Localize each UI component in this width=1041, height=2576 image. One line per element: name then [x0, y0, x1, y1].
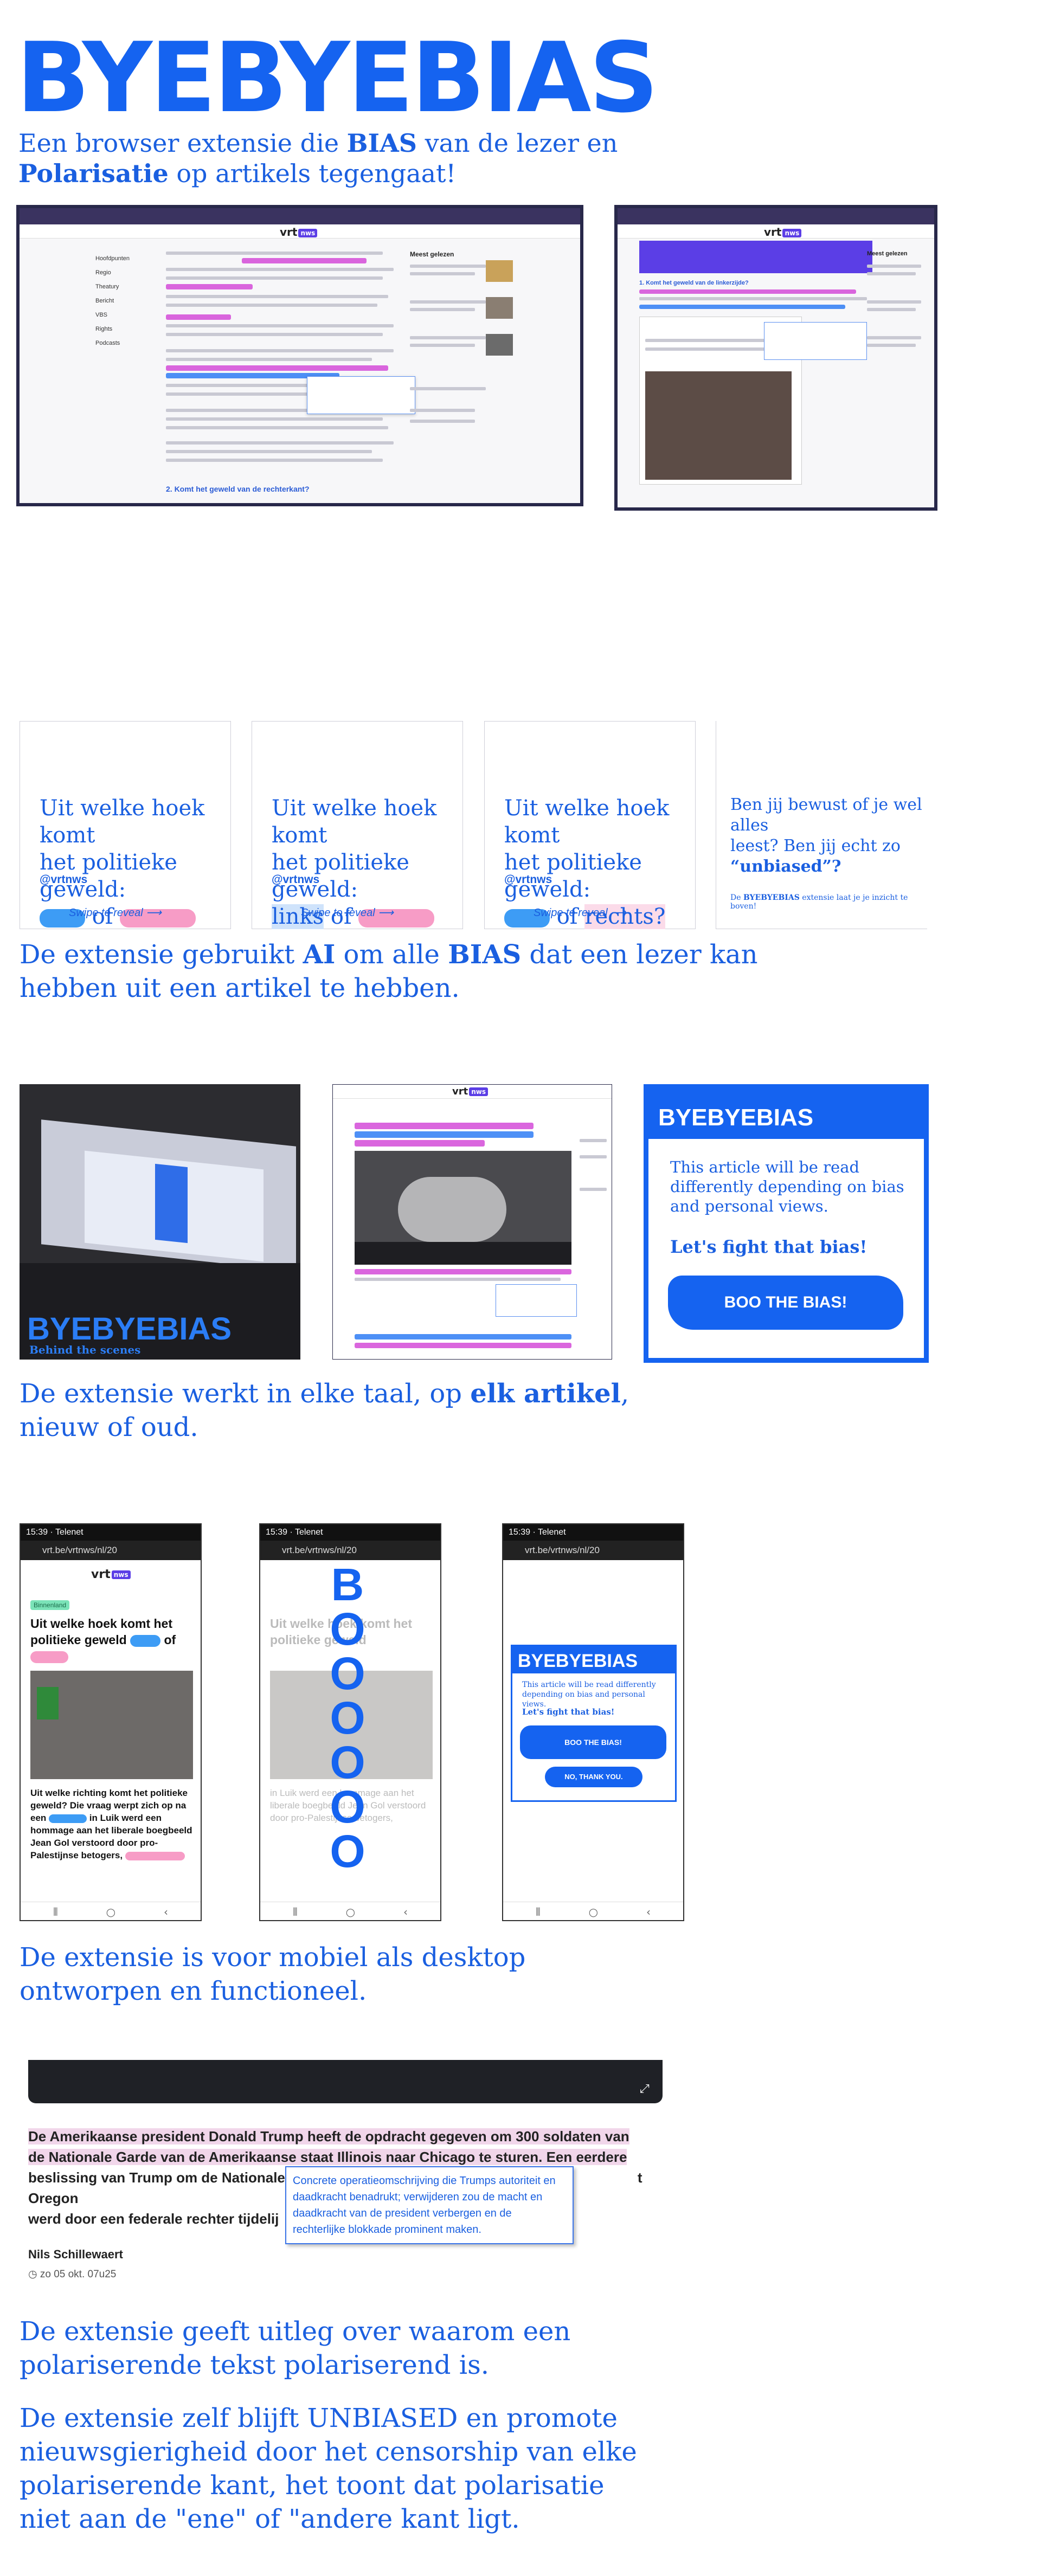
desktop-screenshot-riot: vrt nws — [332, 1084, 612, 1360]
url-bar[interactable]: vrt.be/vrtnws/nl/20 — [21, 1541, 201, 1560]
expand-icon[interactable]: ⤢ — [640, 2082, 650, 2096]
url-bar[interactable]: vrt.be/vrtnws/nl/20 — [260, 1541, 440, 1560]
url-bar[interactable]: vrt.be/vrtnws/nl/20 — [503, 1541, 683, 1560]
no-thank-you-button[interactable]: NO, THANK YOU. — [545, 1767, 642, 1787]
boo-animation: BOOOOOO — [330, 1559, 365, 1877]
most-read-heading: Meest gelezen — [410, 250, 454, 258]
handle-text: @vrtnws — [504, 873, 552, 886]
phone-headline: Uit welke hoek komt het politieke geweld… — [30, 1615, 193, 1664]
phone-screenshot-3: 15:39 · Telenet vrt.be/vrtnws/nl/20 BYEB… — [502, 1523, 684, 1921]
swipe-hint: Swipe to reveal ⟶ — [534, 907, 626, 919]
article-question: 2. Komt het geweld van de rechterkant? — [166, 485, 310, 493]
vrt-logo: vrt nws — [280, 226, 318, 239]
phone-popup-cta: Let's fight that bias! — [522, 1707, 615, 1717]
phone-popup-title: BYEBYEBIAS — [518, 1651, 638, 1671]
sidebar-nav[interactable]: Hoofdpunten Regio Theatury Bericht VBS R… — [95, 252, 130, 350]
category-badge: Binnenland — [30, 1600, 70, 1610]
desktop-screenshot-linkerzijde: vrt nws 1. Komt het geweld van de linkerz… — [614, 205, 937, 511]
most-read-heading-2: Meest gelezen — [867, 250, 908, 257]
swipe-card-4[interactable]: Ben jij bewust of je wel alles leest? Ben… — [716, 721, 927, 929]
desktop-screenshot-article: vrt nws Hoofdpunten Regio Theatury Berich… — [16, 205, 583, 506]
phone-popup-body: This article will be read differently de… — [522, 1680, 656, 1709]
author-name[interactable]: Nils Schillewaert — [28, 2247, 123, 2262]
android-nav-bar[interactable]: ⦀ ○ ‹ — [260, 1902, 440, 1920]
caption-ai: De extensie gebruikt AI om alle BIAS dat… — [20, 939, 758, 1003]
android-nav-bar[interactable]: ⦀ ○ ‹ — [503, 1902, 683, 1920]
extension-popup: BYEBYEBIAS This article will be read dif… — [644, 1084, 929, 1363]
handle-text: @vrtnws — [272, 873, 320, 886]
card4-question: Ben jij bewust of je wel alles leest? Ben… — [730, 795, 922, 876]
popup-title: BYEBYEBIAS — [658, 1104, 814, 1131]
intro-text: Een browser extensie die BIAS van de lez… — [18, 128, 618, 188]
popup-body: This article will be read differently de… — [670, 1158, 904, 1215]
phone-body: Uit welke richting komt het politieke ge… — [30, 1788, 192, 1860]
caption-mobile: De extensie is voor mobiel als desktop on… — [20, 1942, 526, 2006]
boo-the-bias-button[interactable]: BOO THE BIAS! — [668, 1276, 903, 1330]
swipe-card-2[interactable]: Uit welke hoek komt het politieke geweld:… — [252, 721, 463, 929]
phone-popup: BYEBYEBIAS This article will be read dif… — [511, 1645, 677, 1802]
behind-subtitle: Behind the scenes — [29, 1343, 141, 1356]
caption-language: De extensie werkt in elke taal, op elk a… — [20, 1379, 629, 1442]
phone-screenshot-1: 15:39 · Telenet vrt.be/vrtnws/nl/20 vrt n… — [20, 1523, 202, 1921]
android-nav-bar[interactable]: ⦀ ○ ‹ — [21, 1902, 201, 1920]
phone-boo-button[interactable]: BOO THE BIAS! — [520, 1725, 666, 1759]
behind-title: BYEBYEBIAS — [27, 1311, 232, 1347]
article-crop: ⤢ De Amerikaanse president Donald Trump … — [28, 2060, 695, 2304]
publish-date: ◷ zo 05 okt. 07u25 — [28, 2269, 117, 2280]
swipe-card-1[interactable]: Uit welke hoek komt het politieke geweld:… — [20, 721, 231, 929]
caption-explanation: De extensie geeft uitleg over waarom een… — [20, 2316, 571, 2380]
handle-text: @vrtnws — [40, 873, 88, 886]
swipe-card-3[interactable]: Uit welke hoek komt het politieke geweld:… — [484, 721, 696, 929]
card4-footer: De BYEBYEBIAS extensie laat je je inzich… — [730, 893, 908, 911]
brand-logo: BYEBYEBIAS — [16, 22, 659, 134]
swipe-hint: Swipe to reveal ⟶ — [69, 907, 162, 919]
vrt-logo-2: vrt nws — [764, 226, 802, 239]
vrt-logo-3: vrt nws — [452, 1086, 488, 1097]
caption-unbiased: De extensie zelf blijft UNBIASED en prom… — [20, 2403, 637, 2534]
behind-the-scenes-photo: BYEBYEBIAS Behind the scenes — [20, 1084, 300, 1360]
swipe-hint: Swipe to reveal ⟶ — [301, 907, 394, 919]
section-heading: 1. Komt het geweld van de linkerzijde? — [639, 280, 749, 286]
phone-screenshot-2: 15:39 · Telenet vrt.be/vrtnws/nl/20 Uit … — [259, 1523, 441, 1921]
popup-cta: Let's fight that bias! — [670, 1237, 868, 1257]
bias-explanation-tooltip: Concrete operatieomschrijving die Trumps… — [285, 2166, 574, 2244]
